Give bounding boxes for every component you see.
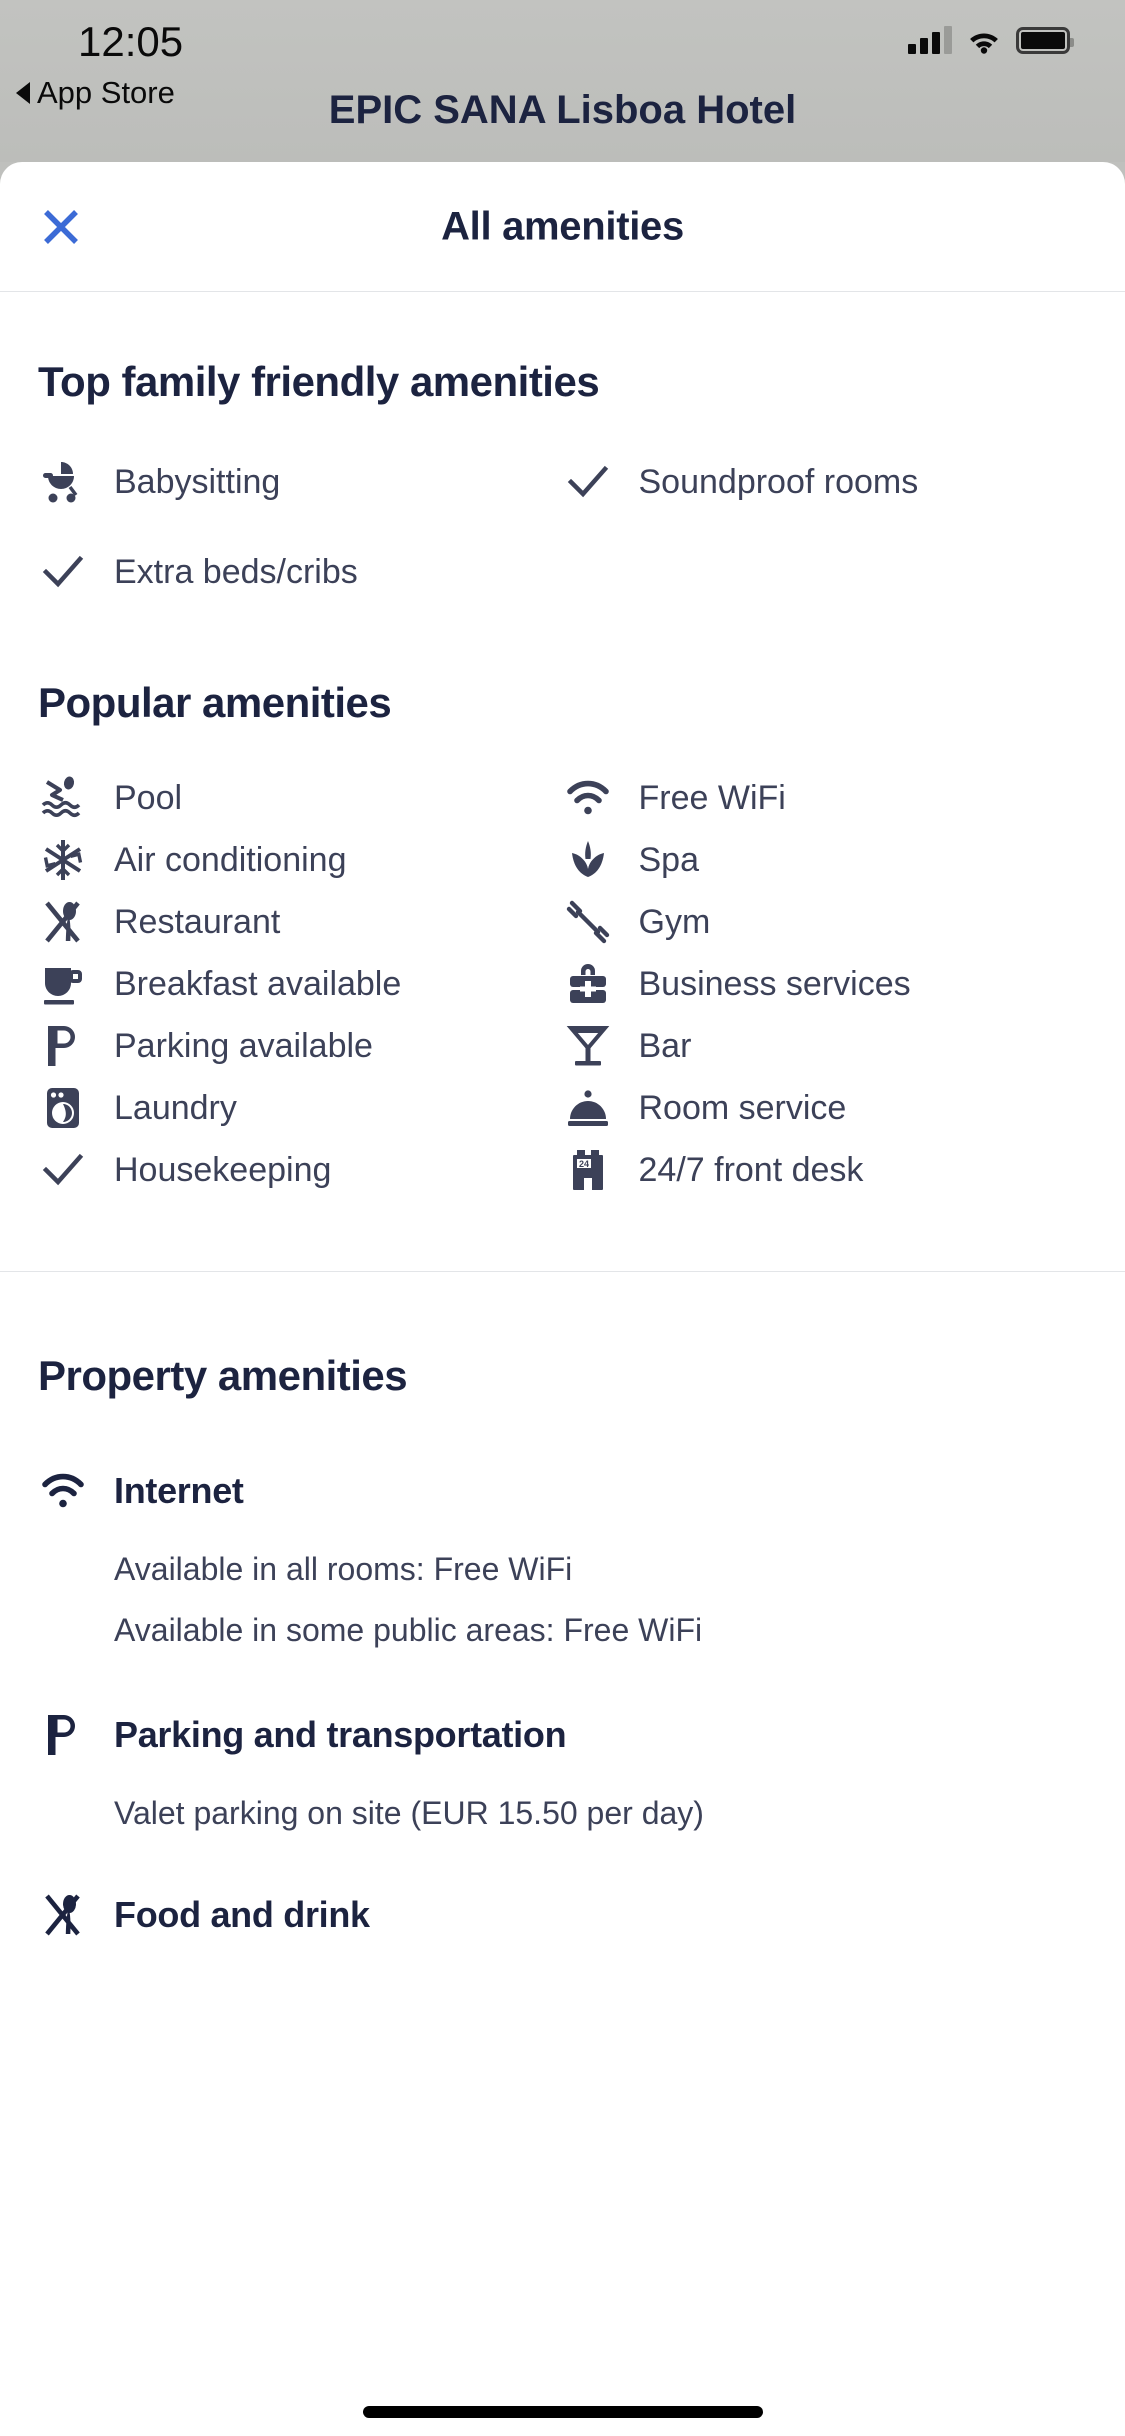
amenity-label: Breakfast available (114, 964, 402, 1003)
briefcase-icon (563, 959, 613, 1009)
property-detail-line: Available in some public areas: Free WiF… (114, 1612, 703, 1649)
amenity-item-restaurant[interactable]: Restaurant (38, 891, 563, 953)
property-block-lines: Valet parking on site (EUR 15.50 per day… (38, 1796, 1087, 1831)
amenity-label: Babysitting (114, 462, 281, 501)
amenity-label: Restaurant (114, 902, 281, 941)
amenity-label: Housekeeping (114, 1150, 332, 1189)
all-amenities-sheet: All amenities Top family friendly amenit… (0, 162, 1125, 2436)
parking-icon (38, 1021, 88, 1071)
property-detail-line: Valet parking on site (EUR 15.50 per day… (114, 1795, 704, 1832)
sheet-header: All amenities (0, 162, 1125, 292)
status-indicators (908, 26, 1074, 54)
amenity-label: 24/7 front desk (638, 1150, 864, 1189)
check-icon (563, 457, 613, 507)
amenity-item-pool[interactable]: Pool (38, 767, 563, 829)
property-amenities-section: Property amenities (0, 1272, 1125, 1400)
popular-amenities-grid: Pool Free WiFi Air conditioning Spa Rest… (38, 767, 1087, 1201)
property-block-internet: Internet Available in all rooms: Free Wi… (0, 1400, 1125, 1648)
check-icon (38, 547, 88, 597)
property-block-title: Parking and transportation (114, 1714, 567, 1756)
amenity-item-free-wifi[interactable]: Free WiFi (563, 767, 1088, 829)
amenity-item-air-conditioning[interactable]: Air conditioning (38, 829, 563, 891)
amenity-label: Free WiFi (638, 778, 786, 817)
cocktail-glass-icon (563, 1021, 613, 1071)
battery-icon (1016, 26, 1074, 54)
amenity-label: Extra beds/cribs (114, 552, 358, 591)
amenity-label: Gym (638, 902, 711, 941)
amenity-item-24-7-front-desk[interactable]: 24 24/7 front desk (563, 1139, 1088, 1201)
amenity-label: Soundproof rooms (638, 462, 919, 501)
status-bar: 12:05 App Store (0, 0, 1125, 162)
property-block-lines: Available in all rooms: Free WiFi Availa… (38, 1551, 1087, 1649)
sheet-body: Top family friendly amenities Babysittin… (0, 292, 1125, 1940)
dumbbell-icon (563, 897, 613, 947)
family-amenities-section: Top family friendly amenities Babysittin… (0, 292, 1125, 603)
amenity-item-spa[interactable]: Spa (563, 829, 1088, 891)
restaurant-icon (38, 897, 88, 947)
stroller-icon (38, 457, 88, 507)
amenity-item-housekeeping[interactable]: Housekeeping (38, 1139, 563, 1201)
svg-text:24: 24 (578, 1159, 588, 1169)
wifi-icon (563, 773, 613, 823)
amenity-label: Air conditioning (114, 840, 347, 879)
family-amenities-grid: Babysitting Soundproof rooms Extra beds/… (38, 451, 1087, 603)
spa-icon (563, 835, 613, 885)
property-block-header: Parking and transportation (38, 1710, 1087, 1760)
property-block-title: Internet (114, 1470, 244, 1511)
amenity-label: Spa (638, 840, 700, 879)
amenity-label: Bar (638, 1026, 692, 1065)
home-indicator (362, 2406, 763, 2418)
wifi-icon (970, 33, 998, 54)
amenity-item-extra-beds-cribs[interactable]: Extra beds/cribs (38, 541, 563, 603)
grid-spacer (563, 513, 1088, 603)
washing-machine-icon (38, 1083, 88, 1133)
amenity-label: Room service (638, 1088, 847, 1127)
property-block-header: Internet (38, 1466, 1087, 1516)
amenity-label: Laundry (114, 1088, 237, 1127)
amenity-item-parking-available[interactable]: Parking available (38, 1015, 563, 1077)
amenity-item-bar[interactable]: Bar (563, 1015, 1088, 1077)
background-page-title: EPIC SANA Lisboa Hotel (328, 88, 797, 132)
cellular-signal-icon (908, 26, 952, 54)
family-section-title: Top family friendly amenities (38, 358, 600, 405)
property-block-header: Food and drink (38, 1890, 1087, 1940)
wifi-icon (38, 1466, 88, 1516)
check-icon (38, 1145, 88, 1195)
snowflake-icon (38, 835, 88, 885)
amenity-item-room-service[interactable]: Room service (563, 1077, 1088, 1139)
property-section-title: Property amenities (38, 1352, 408, 1399)
amenity-item-gym[interactable]: Gym (563, 891, 1088, 953)
pool-icon (38, 773, 88, 823)
front-desk-building-icon: 24 (563, 1145, 613, 1195)
sheet-title: All amenities (441, 204, 684, 248)
property-block-title: Food and drink (114, 1893, 370, 1935)
popular-section-title: Popular amenities (38, 679, 392, 726)
amenity-item-soundproof-rooms[interactable]: Soundproof rooms (563, 451, 1088, 513)
amenity-item-breakfast-available[interactable]: Breakfast available (38, 953, 563, 1015)
amenity-label: Pool (114, 778, 183, 817)
parking-icon (38, 1710, 88, 1760)
popular-amenities-section: Popular amenities Pool Free WiFi Air con… (0, 603, 1125, 1201)
coffee-cup-icon (38, 959, 88, 1009)
property-block-food-and-drink: Food and drink (0, 1832, 1125, 1940)
cloche-icon (563, 1083, 613, 1133)
status-time: 12:05 (78, 18, 184, 65)
amenity-label: Business services (638, 964, 911, 1003)
amenity-item-babysitting[interactable]: Babysitting (38, 451, 563, 513)
amenity-label: Parking available (114, 1026, 373, 1065)
amenity-item-business-services[interactable]: Business services (563, 953, 1088, 1015)
amenity-item-laundry[interactable]: Laundry (38, 1077, 563, 1139)
property-detail-line: Available in all rooms: Free WiFi (114, 1551, 573, 1587)
restaurant-icon (38, 1890, 88, 1940)
property-block-parking-and-transportation: Parking and transportation Valet parking… (0, 1648, 1125, 1831)
